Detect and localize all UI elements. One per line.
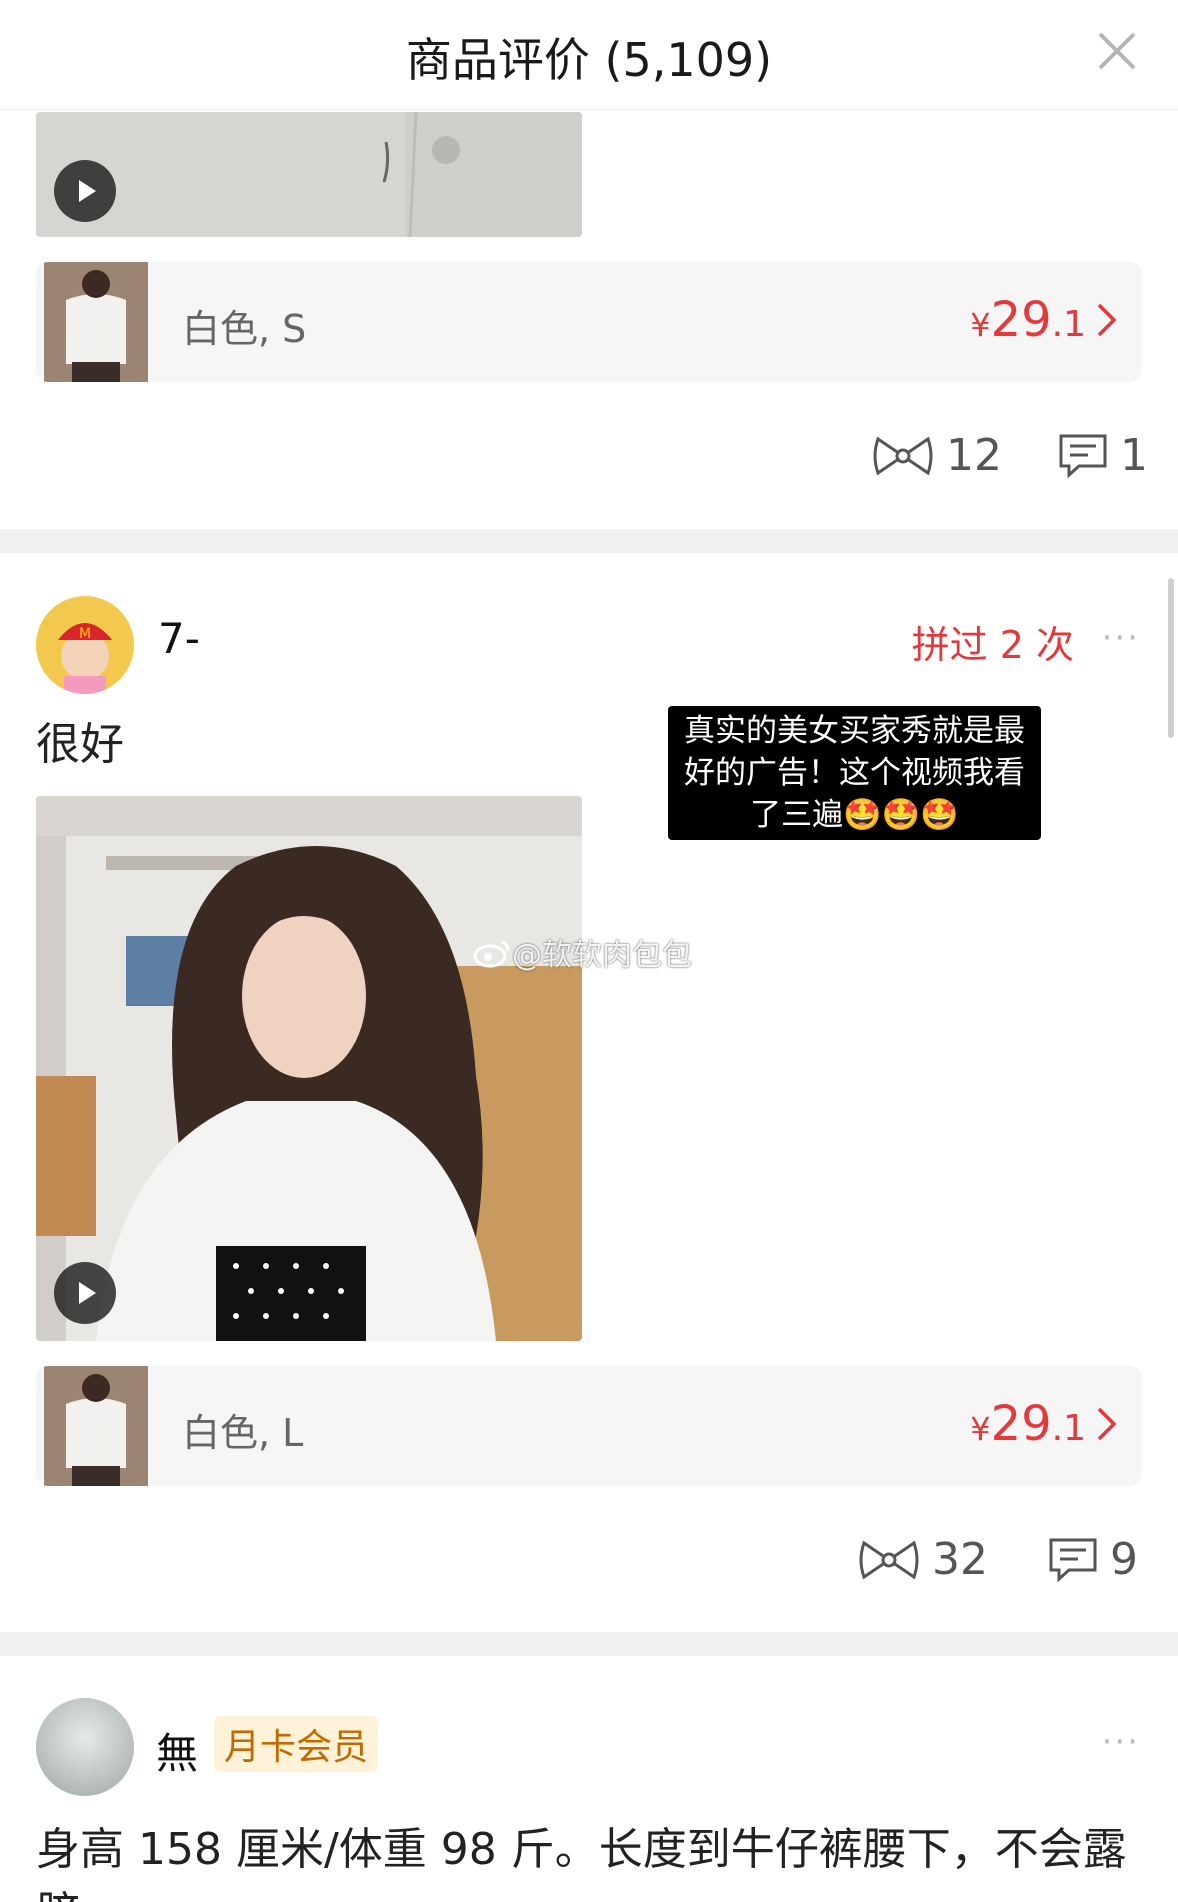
review-text: 身高 158 厘米/体重 98 斤。长度到牛仔裤腰下，不会露脐 <box>36 1824 1127 1902</box>
fabric-image <box>36 112 582 237</box>
overlay-caption: 真实的美女买家秀就是最好的广告！这个视频我看了三遍🤩🤩🤩 <box>668 706 1041 840</box>
bow-like-icon <box>873 436 933 475</box>
chevron-right-icon <box>1097 1407 1117 1441</box>
sku-card[interactable]: 白色, L ¥29.1 <box>36 1366 1142 1486</box>
play-button[interactable] <box>54 160 116 222</box>
comment-count[interactable]: 1 <box>1058 430 1148 481</box>
username[interactable]: 無 <box>156 1720 198 1781</box>
membership-badge: 月卡会员 <box>214 1716 379 1772</box>
comment-icon <box>1059 434 1107 478</box>
section-divider <box>0 1632 1178 1656</box>
repurchase-badge: 拼过 2 次 <box>911 623 1074 667</box>
sku-label: 白色, L <box>182 1411 304 1455</box>
page-title: 商品评价 (5,109) <box>405 33 773 87</box>
like-count[interactable]: 32 <box>858 1534 988 1585</box>
review-photo <box>36 796 582 1341</box>
more-options-button[interactable]: ··· <box>1102 618 1140 658</box>
avatar[interactable]: M <box>36 596 134 694</box>
review-video-thumbnail[interactable] <box>36 796 582 1341</box>
chevron-right-icon <box>1097 303 1117 337</box>
section-divider <box>0 529 1178 553</box>
username[interactable]: 7- <box>158 614 200 663</box>
sku-price: ¥29.1 <box>970 1396 1086 1452</box>
svg-text:M: M <box>79 626 91 642</box>
bow-like-icon <box>859 1540 919 1579</box>
scrollbar[interactable] <box>1168 578 1174 738</box>
review-text: 很好 <box>36 719 124 770</box>
comment-count[interactable]: 9 <box>1048 1534 1138 1585</box>
comment-icon <box>1049 1538 1097 1582</box>
avatar[interactable] <box>36 1698 134 1796</box>
more-options-button[interactable]: ··· <box>1102 1722 1140 1762</box>
sku-card[interactable]: 白色, S ¥29.1 <box>36 262 1142 382</box>
weibo-icon <box>473 940 510 968</box>
like-count[interactable]: 12 <box>872 430 1002 481</box>
watermark: @软软肉包包 <box>472 930 692 974</box>
product-thumbnail <box>44 1366 148 1486</box>
close-icon[interactable] <box>1094 28 1140 74</box>
sku-price: ¥29.1 <box>970 292 1086 348</box>
play-button[interactable] <box>54 1262 116 1324</box>
review-video-thumbnail[interactable] <box>36 112 582 237</box>
sku-label: 白色, S <box>182 307 307 351</box>
header: 商品评价 (5,109) <box>0 0 1178 110</box>
product-thumbnail <box>44 262 148 382</box>
